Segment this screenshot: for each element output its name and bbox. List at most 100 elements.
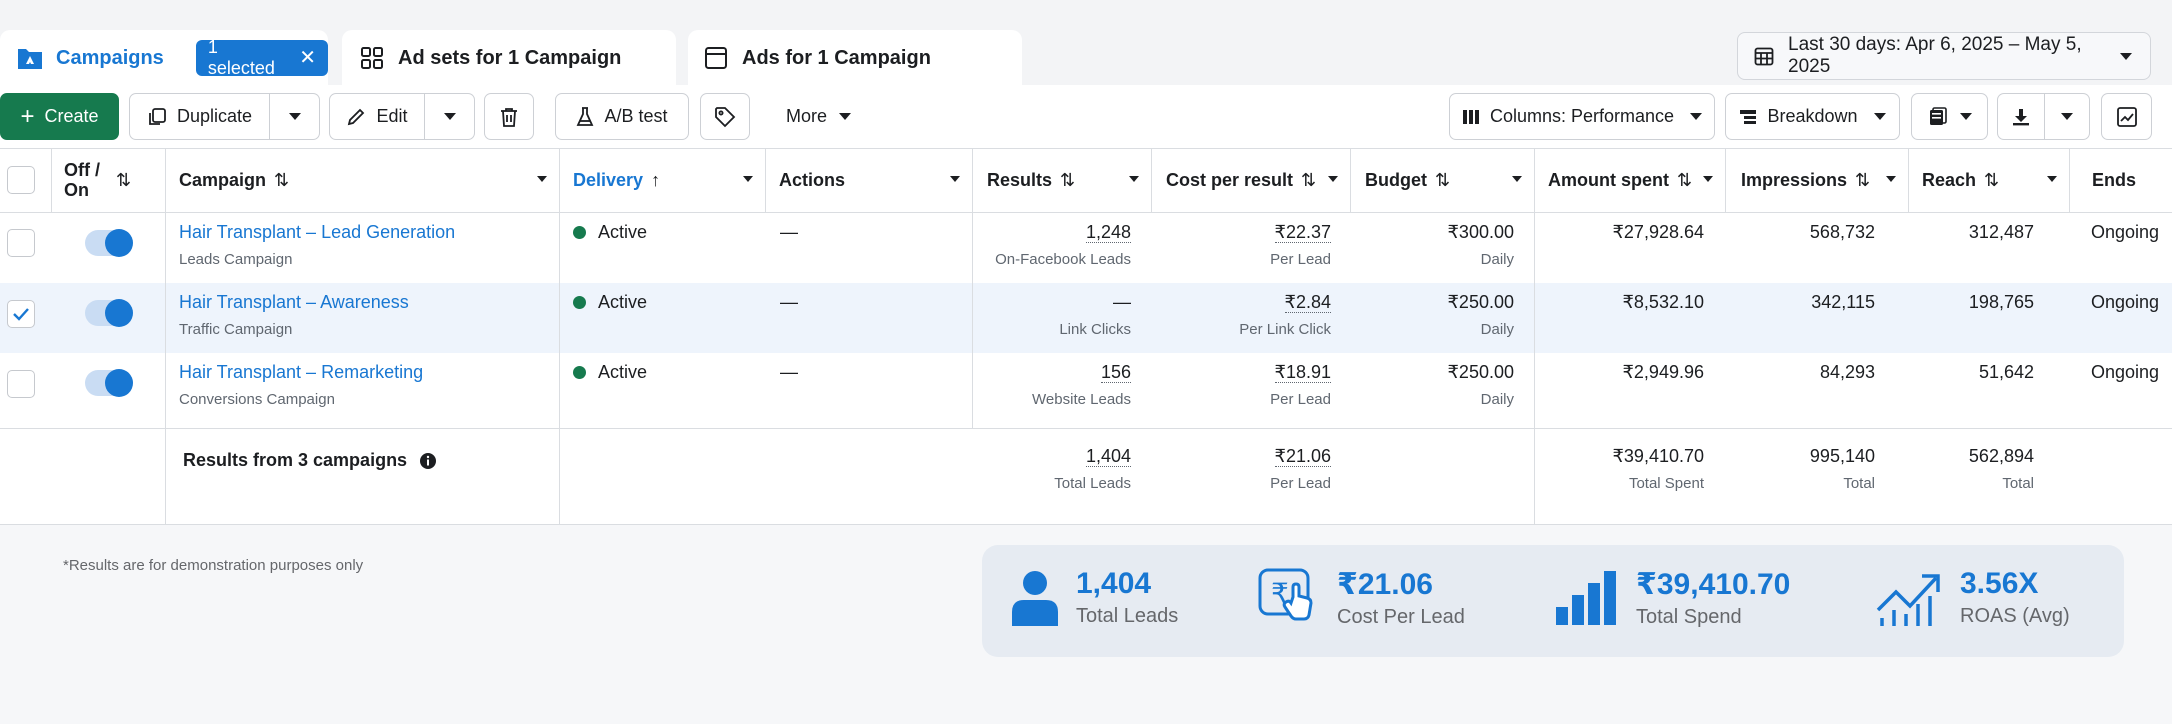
header-off-on-label: Off / On [64, 160, 100, 200]
edit-label: Edit [376, 106, 408, 126]
total-results-value[interactable]: 1,404 [1085, 446, 1131, 467]
header-actions[interactable]: Actions [779, 148, 972, 212]
header-budget[interactable]: Budget ⇅ [1365, 148, 1534, 212]
flask-icon [576, 106, 594, 128]
budget-value[interactable]: ₹250.00 [1447, 292, 1514, 313]
selected-count-chip[interactable]: 1 selected ✕ [195, 37, 328, 78]
header-off-on[interactable]: Off / On ⇅ [64, 148, 165, 212]
header-cost-per-result[interactable]: Cost per result ⇅ [1166, 148, 1350, 212]
results-value[interactable]: 1,248 [1085, 222, 1131, 243]
delete-button[interactable] [484, 93, 534, 140]
header-campaign[interactable]: Campaign ⇅ [179, 148, 559, 212]
header-delivery-label: Delivery [573, 169, 644, 190]
header-results-label: Results [987, 169, 1053, 190]
create-button[interactable]: + Create [0, 93, 119, 140]
chevron-down-icon [288, 113, 301, 120]
clear-selection-icon[interactable]: ✕ [299, 48, 316, 68]
adsets-grid-icon [358, 44, 386, 72]
charts-button[interactable] [2101, 93, 2152, 140]
edit-button[interactable]: Edit [329, 93, 425, 140]
summary-roas-caption: ROAS (Avg) [1960, 605, 2070, 627]
campaign-toggle[interactable] [85, 229, 133, 257]
reports-button[interactable] [1911, 93, 1988, 140]
header-delivery[interactable]: Delivery ↑ [573, 148, 765, 212]
totals-label: Results from 3 campaigns [183, 450, 408, 470]
chevron-down-icon [1959, 113, 1972, 120]
header-impressions[interactable]: Impressions ⇅ [1741, 148, 1908, 212]
delivery-status: Active [573, 222, 647, 243]
header-reach[interactable]: Reach ⇅ [1922, 148, 2069, 212]
results-value[interactable]: 156 [1100, 362, 1131, 383]
columns-label: Columns: Performance [1489, 106, 1675, 126]
cost-per-result-value[interactable]: ₹2.84 [1284, 292, 1331, 313]
plus-icon: + [20, 102, 35, 130]
reach-value: 198,765 [1968, 292, 2034, 312]
header-actions-label: Actions [779, 169, 846, 190]
amount-spent-value: ₹27,928.64 [1612, 222, 1704, 242]
sort-icon: ⇅ [1855, 169, 1871, 190]
budget-value[interactable]: ₹300.00 [1447, 222, 1514, 243]
row-checkbox[interactable] [7, 370, 35, 398]
tag-button[interactable] [700, 93, 750, 140]
duplicate-icon [147, 107, 167, 127]
budget-type: Daily [1480, 391, 1514, 408]
results-type: Link Clicks [1059, 321, 1131, 338]
header-amount-spent[interactable]: Amount spent ⇅ [1548, 148, 1725, 212]
tag-icon [714, 106, 736, 128]
impressions-value: 84,293 [1819, 362, 1875, 382]
row-checkbox[interactable] [7, 229, 35, 257]
actions-value: — [780, 292, 798, 312]
impressions-value: 568,732 [1809, 222, 1875, 242]
cost-per-result-value[interactable]: ₹18.91 [1274, 362, 1331, 383]
columns-button[interactable]: Columns: Performance [1449, 93, 1715, 140]
chevron-down-icon [2120, 52, 2132, 60]
campaign-folder-icon [16, 44, 44, 72]
toggle-knob [105, 299, 133, 327]
delivery-status: Active [573, 292, 647, 313]
more-button[interactable]: More [786, 93, 852, 140]
total-cost-per-result-value[interactable]: ₹21.06 [1274, 446, 1331, 467]
campaign-toggle[interactable] [85, 299, 133, 327]
export-button[interactable] [1997, 93, 2045, 140]
header-results[interactable]: Results ⇅ [987, 148, 1151, 212]
date-range-picker[interactable]: Last 30 days: Apr 6, 2025 – May 5, 2025 [1737, 32, 2151, 80]
campaign-name-link[interactable]: Hair Transplant – Remarketing [179, 362, 423, 383]
download-icon [2011, 107, 2031, 127]
actions-value: — [780, 362, 798, 382]
amount-spent-value: ₹2,949.96 [1622, 362, 1704, 382]
tab-ads[interactable]: Ads for 1 Campaign [688, 30, 1022, 86]
sort-ascending-icon: ↑ [651, 169, 661, 190]
tab-adsets[interactable]: Ad sets for 1 Campaign [342, 30, 676, 86]
toggle-knob [105, 229, 133, 257]
duplicate-button[interactable]: Duplicate [129, 93, 270, 140]
chevron-down-icon [839, 113, 852, 120]
sort-icon: ⇅ [1301, 169, 1317, 190]
cost-per-result-value[interactable]: ₹22.37 [1274, 222, 1331, 243]
campaign-name-link[interactable]: Hair Transplant – Lead Generation [179, 222, 455, 243]
row-checkbox-checked[interactable] [7, 300, 35, 328]
tab-ads-label: Ads for 1 Campaign [742, 46, 931, 69]
summary-spend-value: ₹39,410.70 [1636, 568, 1791, 601]
chevron-down-icon [1512, 176, 1522, 182]
duplicate-dropdown-button[interactable] [270, 93, 320, 140]
results-type: Website Leads [1032, 391, 1131, 408]
toggle-knob [105, 369, 133, 397]
sort-icon: ⇅ [274, 169, 290, 190]
tab-campaigns[interactable]: Campaigns 1 selected ✕ [0, 30, 328, 86]
summary-cpl-value: ₹21.06 [1337, 568, 1433, 601]
info-icon[interactable] [419, 452, 437, 470]
header-ends[interactable]: Ends [2092, 148, 2172, 212]
edit-dropdown-button[interactable] [425, 93, 475, 140]
summary-leads: 1,404 Total Leads [1010, 567, 1178, 628]
export-dropdown-button[interactable] [2045, 93, 2090, 140]
cost-per-result-type: Per Link Click [1239, 321, 1331, 338]
budget-value[interactable]: ₹250.00 [1447, 362, 1514, 383]
delivery-label: Active [598, 292, 648, 312]
breakdown-button[interactable]: Breakdown [1725, 93, 1900, 140]
campaign-name-link[interactable]: Hair Transplant – Awareness [179, 292, 409, 313]
campaign-toggle[interactable] [85, 369, 133, 397]
active-status-dot [573, 366, 586, 379]
header-budget-label: Budget [1365, 169, 1427, 190]
ab-test-button[interactable]: A/B test [555, 93, 689, 140]
select-all-checkbox[interactable] [7, 166, 35, 194]
